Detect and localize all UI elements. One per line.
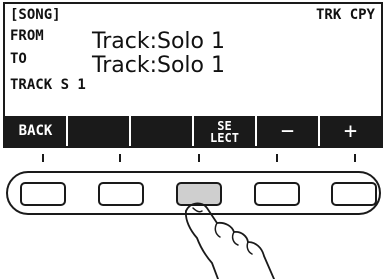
- tick-mark: [119, 154, 121, 162]
- softkey-select-line1: SE: [217, 118, 232, 133]
- softkey-select[interactable]: SE LECT: [194, 116, 257, 146]
- header-mode: [SONG]: [10, 7, 61, 23]
- to-value: Track:Solo 1: [92, 53, 225, 78]
- tick-mark: [276, 154, 278, 162]
- softkey-minus[interactable]: −: [257, 116, 320, 146]
- tick-mark: [354, 154, 356, 162]
- softkey-back[interactable]: BACK: [5, 116, 68, 146]
- softkey-bar: BACK SE LECT − +: [5, 116, 381, 146]
- from-label: FROM: [10, 28, 44, 44]
- lcd-screen: [SONG] TRK CPY FROM Track:Solo 1 TO Trac…: [3, 2, 383, 148]
- softkey-blank-2[interactable]: [131, 116, 194, 146]
- to-label: TO: [10, 51, 27, 67]
- softkey-plus[interactable]: +: [320, 116, 381, 146]
- softkey-blank[interactable]: [68, 116, 131, 146]
- status-line: TRACK S 1: [10, 77, 86, 93]
- from-value: Track:Solo 1: [92, 29, 225, 54]
- button-panel: [0, 170, 387, 279]
- tick-mark: [42, 154, 44, 162]
- softkey-select-line2: LECT: [210, 130, 239, 145]
- tick-mark: [198, 154, 200, 162]
- header-function: TRK CPY: [315, 7, 375, 23]
- pressing-hand-icon: [184, 202, 275, 279]
